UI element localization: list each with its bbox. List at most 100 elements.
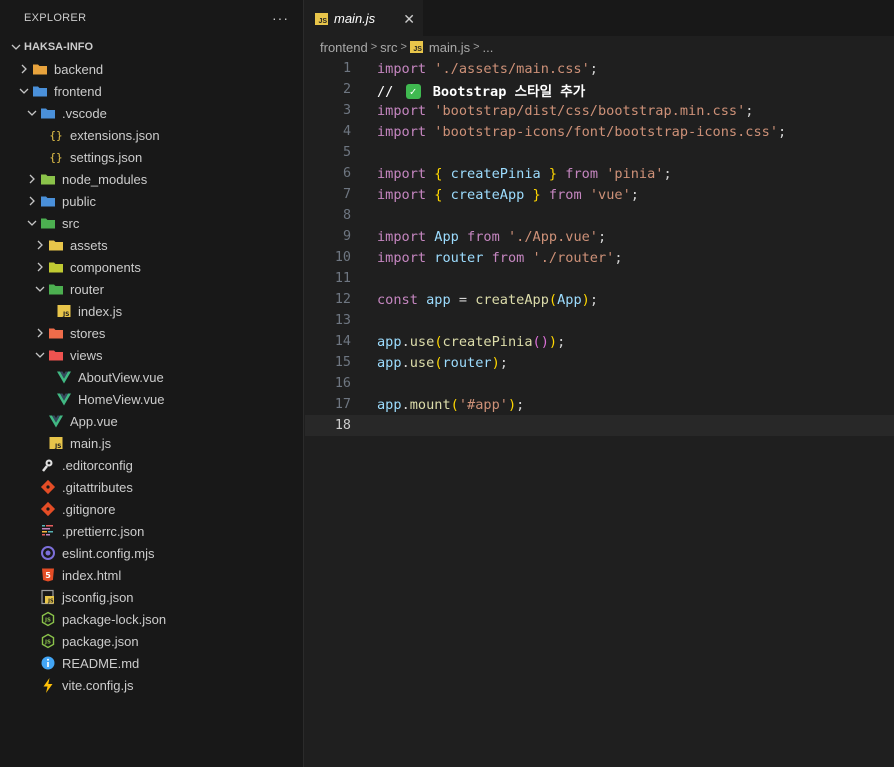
code-line[interactable]: 2 // ✓ Bootstrap 스타일 추가 [305,79,894,100]
tree-item-label: main.js [70,435,112,451]
code-token: 'bootstrap-icons/font/bootstrap-icons.cs… [434,123,779,140]
breadcrumb-item-main-js[interactable]: main.js [429,40,470,55]
close-icon[interactable]: ✕ [403,11,415,28]
line-number: 4 [342,124,351,139]
file-eslint-config-mjs[interactable]: eslint.config.mjs [0,542,303,564]
code-line[interactable]: 15 app.use(router); [305,352,894,373]
code-token: from [540,186,590,203]
tree-item-label: public [62,193,96,209]
file-aboutview-vue[interactable]: AboutView.vue [0,366,303,388]
file-index-html[interactable]: 5 index.html [0,564,303,586]
code-line[interactable]: 16 [305,373,894,394]
chevron-right-icon [32,262,48,272]
code-line[interactable]: 12 const app = createApp(App); [305,289,894,310]
folder-assets[interactable]: assets [0,234,303,256]
code-editor[interactable]: 1 import './assets/main.css'; 2 // ✓ Bootst… [305,58,894,436]
code-line[interactable]: 7 import { createApp } from 'vue'; [305,184,894,205]
code-token: ) [548,333,558,350]
tree-item-label: .editorconfig [62,457,133,473]
code-token: use [409,333,435,350]
code-token: ( [450,396,459,413]
code-token: ( [434,354,443,371]
chevron-down-icon [32,284,48,294]
svg-text:{}: {} [49,151,62,164]
file-readme-md[interactable]: README.md [0,652,303,674]
file-homeview-vue[interactable]: HomeView.vue [0,388,303,410]
line-number: 18 [334,418,351,433]
file-main-js[interactable]: JS main.js [0,432,303,454]
tree-item-label: AboutView.vue [78,369,164,385]
file-gitignore[interactable]: .gitignore [0,498,303,520]
tree-item-label: .gitignore [62,501,116,517]
code-token: './App.vue' [507,228,598,245]
file-gitattributes[interactable]: .gitattributes [0,476,303,498]
folder-stores[interactable]: stores [0,322,303,344]
file-package-lock-json[interactable]: JS package-lock.json [0,608,303,630]
tree-item-label: frontend [54,83,102,99]
tab-title: main.js [334,11,376,26]
file-vite-config-js[interactable]: vite.config.js [0,674,303,696]
code-line[interactable]: 18 [305,415,894,436]
folder-vscode[interactable]: .vscode [0,102,303,124]
code-line[interactable]: 9 import App from './App.vue'; [305,226,894,247]
folder-node-modules[interactable]: node_modules [0,168,303,190]
line-number: 3 [342,103,351,118]
file-index-js[interactable]: JS index.js [0,300,303,322]
file-settings-json[interactable]: {} settings.json [0,146,303,168]
nodejs-icon: JS [40,633,56,649]
code-token: = [450,291,476,308]
code-token: { [434,186,451,203]
file-prettierrc-json[interactable]: .prettierrc.json [0,520,303,542]
info-icon [40,655,56,671]
tree-item-label: backend [54,61,104,77]
file-jsconfig-json[interactable]: JS jsconfig.json [0,586,303,608]
folder-views[interactable]: views [0,344,303,366]
folder-backend[interactable]: backend [0,58,303,80]
workspace-root[interactable]: HAKSA-INFO [0,36,303,58]
code-token: app [377,354,402,371]
tree-item-label: src [62,215,80,231]
file-editorconfig[interactable]: .editorconfig [0,454,303,476]
breadcrumb-item-frontend[interactable]: frontend [320,40,368,55]
code-line[interactable]: 5 [305,142,894,163]
checkmark-emoji-icon: ✓ [405,84,421,99]
code-token: ; [614,249,623,266]
code-line[interactable]: 13 [305,310,894,331]
line-number: 15 [334,355,351,370]
folder-public-icon [40,193,56,209]
tree-item-label: .vscode [62,105,107,121]
code-line[interactable]: 4 import 'bootstrap-icons/font/bootstrap-… [305,121,894,142]
chevron-right-icon [32,328,48,338]
code-line[interactable]: 1 import './assets/main.css'; [305,58,894,79]
folder-router[interactable]: router [0,278,303,300]
file-package-json[interactable]: JS package.json [0,630,303,652]
code-line[interactable]: 17 app.mount('#app'); [305,394,894,415]
more-actions-icon[interactable]: ··· [272,10,289,26]
line-number: 13 [334,313,351,328]
chevron-right-icon [24,196,40,206]
code-line[interactable]: 3 import 'bootstrap/dist/css/bootstrap.mi… [305,100,894,121]
code-line[interactable]: 14 app.use(createPinia()); [305,331,894,352]
line-number: 9 [342,229,351,244]
folder-frontend[interactable]: frontend [0,80,303,102]
editorconfig-icon [40,457,56,473]
folder-vscode-icon [40,105,56,121]
tab-main-js[interactable]: JS main.js ✕ [305,0,423,36]
line-number: 16 [334,376,351,391]
code-line[interactable]: 10 import router from './router'; [305,247,894,268]
file-app-vue[interactable]: App.vue [0,410,303,432]
file-extensions-json[interactable]: {} extensions.json [0,124,303,146]
code-line[interactable]: 11 [305,268,894,289]
code-token: router [434,249,484,266]
breadcrumb-item-more[interactable]: ... [483,40,494,55]
breadcrumb-item-src[interactable]: src [380,40,397,55]
folder-public[interactable]: public [0,190,303,212]
svg-text:{}: {} [49,129,62,142]
line-number: 2 [342,82,351,97]
folder-components[interactable]: components [0,256,303,278]
code-line[interactable]: 6 import { createPinia } from 'pinia'; [305,163,894,184]
folder-src[interactable]: src [0,212,303,234]
code-line[interactable]: 8 [305,205,894,226]
tree-item-label: .gitattributes [62,479,133,495]
line-number: 8 [342,208,351,223]
